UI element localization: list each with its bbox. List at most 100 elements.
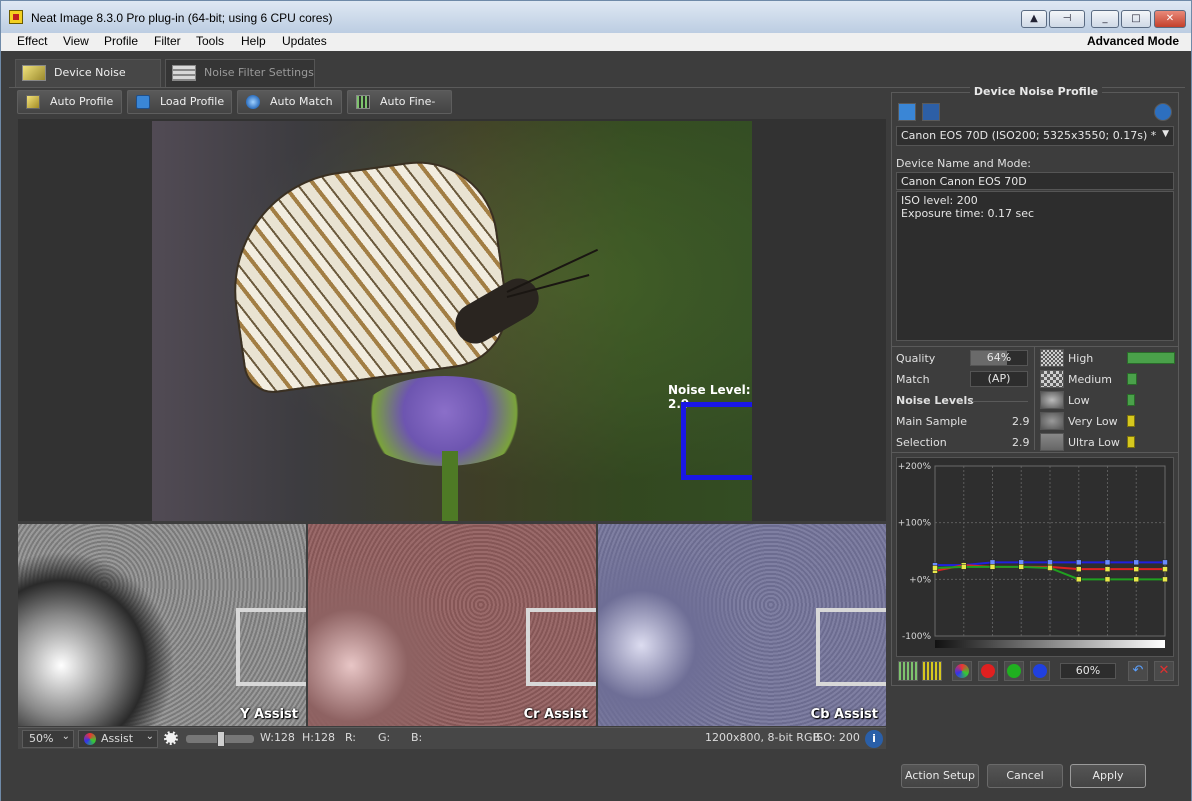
graph-data-point <box>1047 559 1053 566</box>
undo-icon[interactable]: ↶ <box>1128 661 1148 681</box>
heading-rule <box>972 401 1028 402</box>
ultra-low-level-bar <box>1127 436 1135 448</box>
graph-tick-label: +100% <box>898 519 932 529</box>
menu-effect[interactable]: Effect <box>17 34 47 48</box>
save-icon[interactable] <box>922 103 940 121</box>
graph-data-point <box>1104 566 1111 572</box>
button-label: Auto Profile <box>50 95 114 108</box>
title-bar: Neat Image 8.3.0 Pro plug-in (64-bit; us… <box>1 1 1191 33</box>
y-assist-label: Y Assist <box>240 707 298 722</box>
menu-bar: Effect View Profile Filter Tools Help Up… <box>1 33 1191 51</box>
assist-sample-box <box>236 608 306 686</box>
graph-tick-label: +0% <box>909 575 931 585</box>
graph-data-point <box>1018 559 1024 566</box>
menu-updates[interactable]: Updates <box>282 34 327 48</box>
graph-data-point <box>1104 559 1111 566</box>
button-label: Load Profile <box>160 95 225 108</box>
exposure-line: Exposure time: 0.17 sec <box>901 207 1035 220</box>
auto-profile-icon <box>26 95 40 109</box>
maximize-button[interactable]: □ <box>1121 10 1151 28</box>
mode-label[interactable]: Advanced Mode <box>1087 34 1179 48</box>
cancel-button[interactable]: Cancel <box>987 764 1063 788</box>
menu-view[interactable]: View <box>63 34 89 48</box>
width-readout: W:128 <box>260 731 295 744</box>
cr-assist-view[interactable]: Cr Assist <box>308 524 596 726</box>
close-button[interactable]: ✕ <box>1154 10 1186 28</box>
menu-tools[interactable]: Tools <box>196 34 224 48</box>
cr-assist-label: Cr Assist <box>523 707 588 722</box>
graph-tick-label: +200% <box>898 462 932 472</box>
noise-graph-svg[interactable]: +200% +100% +0% -100% <box>897 458 1173 656</box>
slider-thumb[interactable] <box>217 731 225 747</box>
reset-icon[interactable]: ✕ <box>1154 661 1174 681</box>
graph-data-point <box>1104 576 1111 583</box>
color-wheel-icon <box>955 664 969 678</box>
fine-tune-icon <box>356 95 370 109</box>
profile-tab-icon <box>22 65 46 81</box>
graph-data-point <box>961 564 967 570</box>
iso-readout: ISO: 200 <box>813 731 860 744</box>
high-level-bar <box>1127 352 1175 364</box>
all-channels-button[interactable] <box>952 661 972 681</box>
auto-match-icon <box>246 95 260 109</box>
match-label: Match <box>896 373 930 386</box>
tab-label: Noise Filter Settings <box>204 66 314 79</box>
divider <box>892 452 1178 453</box>
red-dot-icon <box>981 664 995 678</box>
status-bar: 50% Assist W:128 H:128 R: G: B: 1200x800… <box>18 727 886 749</box>
cb-assist-view[interactable]: Cb Assist <box>598 524 886 726</box>
menu-filter[interactable]: Filter <box>154 34 181 48</box>
menu-profile[interactable]: Profile <box>104 34 138 48</box>
divider <box>892 346 1178 347</box>
ultra-low-label: Ultra Low <box>1068 436 1120 449</box>
main-preview[interactable]: Noise Level: 2.9 <box>18 119 886 521</box>
graph-data-point <box>1133 566 1139 572</box>
graph-data-point <box>1162 576 1168 583</box>
main-area: Device Noise Profile Noise Filter Settin… <box>1 51 1191 801</box>
graph-bars-icon[interactable] <box>898 661 918 681</box>
tab-device-noise-profile[interactable]: Device Noise Profile <box>15 59 161 105</box>
noise-sample-selection[interactable] <box>681 402 752 480</box>
main-sample-value: 2.9 <box>1012 415 1030 428</box>
green-channel-button[interactable] <box>1004 661 1024 681</box>
info-icon[interactable]: i <box>865 730 883 748</box>
graph-tick-label: -100% <box>902 632 931 642</box>
minimize-button[interactable]: _ <box>1091 10 1119 28</box>
blue-channel-button[interactable] <box>1030 661 1050 681</box>
graph-fine-icon[interactable] <box>922 661 942 681</box>
brightness-icon[interactable] <box>164 730 182 748</box>
open-folder-icon[interactable] <box>898 103 916 121</box>
graph-zoom-value[interactable]: 60% <box>1060 663 1116 679</box>
high-label: High <box>1068 352 1094 365</box>
view-mode-select[interactable]: Assist <box>78 729 158 748</box>
view-mode-value: Assist <box>101 732 134 745</box>
auto-match-button[interactable]: Auto Match <box>237 90 342 114</box>
apply-button[interactable]: Apply <box>1070 764 1146 788</box>
very-low-label: Very Low <box>1068 415 1118 428</box>
folder-icon <box>136 95 150 109</box>
butterfly-photo[interactable]: Noise Level: 2.9 <box>152 121 752 521</box>
green-readout: G: <box>378 731 391 744</box>
auto-profile-button[interactable]: Auto Profile <box>17 90 122 114</box>
profile-details-text[interactable]: ISO level: 200 Exposure time: 0.17 sec <box>896 191 1174 341</box>
profile-select-value: Canon EOS 70D (ISO200; 5325x3550; 0.17s)… <box>901 129 1157 142</box>
auto-fine-tune-button[interactable]: Auto Fine-Tune <box>347 90 452 130</box>
graph-data-point <box>1076 566 1082 572</box>
pin-icon[interactable]: ⊣ <box>1049 10 1085 28</box>
load-profile-button[interactable]: Load Profile <box>127 90 232 114</box>
tab-noise-filter-settings[interactable]: Noise Filter Settings <box>165 59 315 87</box>
noise-graph[interactable]: +200% +100% +0% -100% <box>896 457 1174 657</box>
red-readout: R: <box>345 731 357 744</box>
profile-select[interactable]: Canon EOS 70D (ISO200; 5325x3550; 0.17s)… <box>896 126 1174 146</box>
action-setup-button[interactable]: Action Setup <box>901 764 979 788</box>
quality-value: 64% <box>970 350 1028 366</box>
red-channel-button[interactable] <box>978 661 998 681</box>
info-icon[interactable] <box>1154 103 1172 121</box>
iso-level-line: ISO level: 200 <box>901 194 978 207</box>
zoom-select[interactable]: 50% <box>22 729 74 748</box>
device-name-field[interactable]: Canon Canon EOS 70D <box>896 172 1174 190</box>
y-assist-view[interactable]: Y Assist <box>18 524 306 726</box>
medium-label: Medium <box>1068 373 1112 386</box>
menu-help[interactable]: Help <box>241 34 266 48</box>
pin-up-icon[interactable]: ▲ <box>1021 10 1047 28</box>
